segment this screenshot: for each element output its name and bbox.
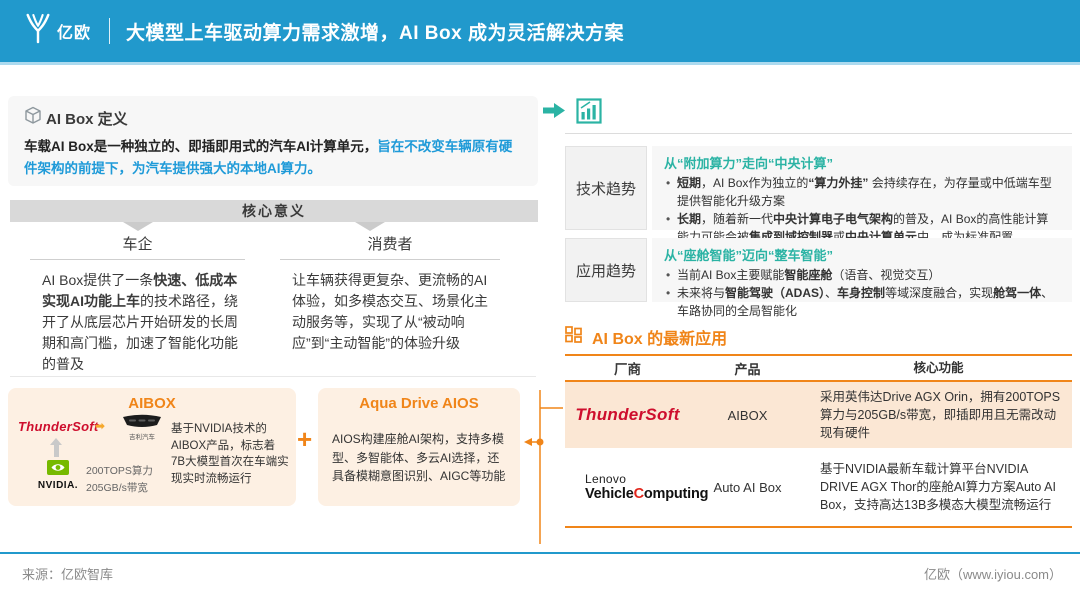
- app-trend-content: 从“座舱智能”迈向“整车智能” 当前AI Box主要赋能智能座舱（语音、视觉交互…: [652, 238, 1072, 302]
- column-label-consumer: 消费者: [280, 233, 500, 254]
- brand-logo: 亿欧: [24, 13, 91, 50]
- definition-card: AI Box 定义 车载AI Box是一种独立的、即插即用式的汽车AI计算单元，…: [8, 96, 538, 186]
- aios-card-title: Aqua Drive AIOS: [318, 395, 520, 412]
- site-credit: 亿欧（www.iyiou.com）: [924, 564, 1062, 583]
- tech-trend-row: 技术趋势 从“附加算力”走向“中央计算” 短期，AI Box作为独立的“算力外挂…: [565, 146, 1072, 230]
- spec-bandwidth: 205GB/s带宽: [86, 480, 153, 497]
- plus-icon: +: [297, 424, 312, 455]
- aibox-card-title: AIBOX: [8, 395, 296, 412]
- slide: 亿欧 大模型上车驱动算力需求激增，AI Box 成为灵活解决方案 AI Box …: [0, 0, 1080, 593]
- table-row-thundersoft: ThunderSoft AIBOX 采用英伟达Drive AGX Orin，拥有…: [565, 382, 1072, 448]
- header-bar: 亿欧 大模型上车驱动算力需求激增，AI Box 成为灵活解决方案: [0, 0, 1080, 62]
- spec-tops: 200TOPS算力: [86, 463, 153, 480]
- geely-auto-logo: 吉利汽车: [116, 414, 168, 441]
- arrow-right-icon: [543, 103, 565, 123]
- product-cell: AIBOX: [690, 408, 805, 423]
- applications-table: 厂商 产品 核心功能 ThunderSoft AIBOX 采用英伟达Drive …: [565, 354, 1072, 528]
- header-divider: [109, 18, 110, 44]
- header-product: 产品: [690, 359, 805, 378]
- header-vendor: 厂商: [565, 358, 690, 378]
- aibox-showcase-card: AIBOX ThunderSoft ➡ 吉利汽车 基于NVIDIA技术的AIBO…: [8, 388, 296, 506]
- product-cell: Auto AI Box: [690, 480, 805, 495]
- grid-icon: [565, 326, 582, 348]
- tech-trend-heading: 从“附加算力”走向“中央计算”: [664, 153, 1060, 172]
- footer-rule: [0, 552, 1080, 554]
- consumer-paragraph: 让车辆获得更复杂、更流畅的AI体验，如多模态交互、场景化主动服务等，实现了从“被…: [292, 270, 498, 354]
- oem-paragraph: AI Box提供了一条快速、低成本实现AI功能上车的技术路径，绕开了从底层芯片开…: [42, 270, 242, 375]
- arrow-up-icon: [50, 438, 62, 457]
- thundersoft-logo: ThunderSoft: [575, 405, 679, 425]
- app-trend-label: 应用趋势: [565, 238, 647, 302]
- aibox-specs: 200TOPS算力 205GB/s带宽: [86, 463, 153, 497]
- tech-trend-bullet: 短期，AI Box作为独立的“算力外挂” 会持续存在，为存量或中低端车型提供智能…: [664, 174, 1060, 210]
- header-accent-strip: [0, 62, 1080, 65]
- core-meaning-header: 核心意义: [10, 200, 538, 222]
- features-cell: 采用英伟达Drive AGX Orin，拥有200TOPS算力与205GB/s带…: [805, 384, 1072, 446]
- aios-description: AIOS构建座舱AI架构，支持多模型、多智能体、多云AI选择，还具备模糊意图识别…: [332, 430, 508, 486]
- table-row-lenovo: Lenovo VehicleComputing Auto AI Box 基于NV…: [565, 448, 1072, 528]
- lenovo-logo-line1: Lenovo: [585, 472, 626, 486]
- page-title: 大模型上车驱动算力需求激增，AI Box 成为灵活解决方案: [126, 18, 624, 45]
- column-label-oem: 车企: [30, 233, 245, 254]
- down-triangle-icon: [355, 222, 385, 231]
- app-trend-bullet: 当前AI Box主要赋能智能座舱（语音、视觉交互）: [664, 266, 1060, 284]
- features-cell: 基于NVIDIA最新车载计算平台NVIDIA DRIVE AGX Thor的座舱…: [805, 456, 1072, 518]
- thundersoft-logo: ThunderSoft: [18, 419, 99, 434]
- brand-logo-text: 亿欧: [57, 19, 91, 43]
- tech-trend-content: 从“附加算力”走向“中央计算” 短期，AI Box作为独立的“算力外挂” 会持续…: [652, 146, 1072, 230]
- source-credit: 来源：亿欧智库: [22, 564, 113, 583]
- column-rule: [280, 259, 500, 260]
- bar-chart-icon: [576, 98, 602, 129]
- tech-trend-label: 技术趋势: [565, 146, 647, 230]
- app-trend-heading: 从“座舱智能”迈向“整车智能”: [664, 245, 1060, 264]
- app-trend-row: 应用趋势 从“座舱智能”迈向“整车智能” 当前AI Box主要赋能智能座舱（语音…: [565, 238, 1072, 302]
- eo-logo-icon: [24, 13, 52, 50]
- definition-title: AI Box 定义: [46, 108, 128, 129]
- section-divider: [10, 376, 536, 377]
- nvidia-logo: NVIDIA.: [34, 460, 82, 491]
- applications-header: AI Box 的最新应用: [565, 325, 727, 349]
- app-trend-bullet: 未来将与智能驾驶（ADAS）、车身控制等域深度融合，实现舱驾一体、车路协同的全局…: [664, 284, 1060, 320]
- table-header-row: 厂商 产品 核心功能: [565, 354, 1072, 382]
- arrow-right-icon: ➡: [95, 419, 105, 433]
- box-cube-icon: [24, 106, 42, 130]
- applications-title: AI Box 的最新应用: [592, 325, 727, 349]
- geely-auto-label: 吉利汽车: [116, 434, 168, 441]
- aibox-description: 基于NVIDIA技术的AIBOX产品，标志着7B大模型首次在车端实现实时流畅运行: [171, 421, 289, 488]
- definition-text: 车载AI Box是一种独立的、即插即用式的汽车AI计算单元，旨在不改变车辆原有硬…: [24, 136, 522, 179]
- down-triangle-icon: [123, 222, 153, 231]
- right-section-rule: [565, 133, 1072, 134]
- nvidia-logo-text: NVIDIA.: [34, 480, 82, 491]
- lenovo-logo: Lenovo VehicleComputing: [565, 472, 690, 502]
- header-features: 核心功能: [805, 359, 1072, 377]
- column-rule: [30, 259, 245, 260]
